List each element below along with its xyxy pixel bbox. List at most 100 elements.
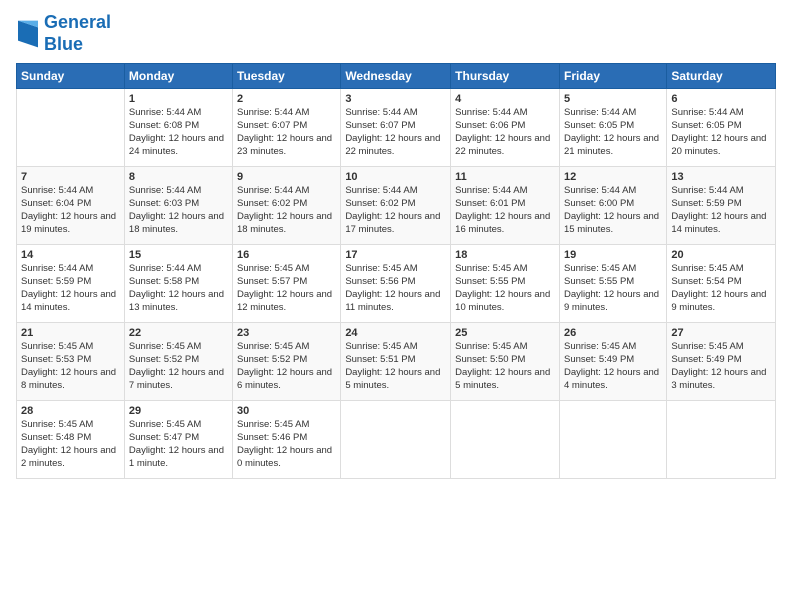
day-number: 24 (345, 327, 446, 339)
day-info: Sunrise: 5:44 AM Sunset: 6:01 PM Dayligh… (455, 185, 555, 236)
day-info: Sunrise: 5:44 AM Sunset: 6:05 PM Dayligh… (671, 107, 771, 158)
day-info: Sunrise: 5:45 AM Sunset: 5:55 PM Dayligh… (564, 263, 662, 314)
day-cell: 28 Sunrise: 5:45 AM Sunset: 5:48 PM Dayli… (17, 401, 125, 479)
day-cell: 21 Sunrise: 5:45 AM Sunset: 5:53 PM Dayli… (17, 323, 125, 401)
day-info: Sunrise: 5:45 AM Sunset: 5:52 PM Dayligh… (237, 341, 336, 392)
day-info: Sunrise: 5:44 AM Sunset: 6:04 PM Dayligh… (21, 185, 120, 236)
day-cell: 7 Sunrise: 5:44 AM Sunset: 6:04 PM Daylig… (17, 167, 125, 245)
logo-text-general: General (44, 12, 111, 34)
day-cell: 23 Sunrise: 5:45 AM Sunset: 5:52 PM Dayli… (233, 323, 341, 401)
day-number: 12 (564, 171, 662, 183)
day-number: 18 (455, 249, 555, 261)
day-cell: 26 Sunrise: 5:45 AM Sunset: 5:49 PM Dayli… (559, 323, 666, 401)
day-info: Sunrise: 5:45 AM Sunset: 5:46 PM Dayligh… (237, 419, 336, 470)
day-info: Sunrise: 5:45 AM Sunset: 5:51 PM Dayligh… (345, 341, 446, 392)
header-friday: Friday (559, 64, 666, 89)
logo-icon (18, 20, 38, 48)
day-cell: 22 Sunrise: 5:45 AM Sunset: 5:52 PM Dayli… (124, 323, 232, 401)
day-number: 10 (345, 171, 446, 183)
day-cell: 14 Sunrise: 5:44 AM Sunset: 5:59 PM Dayli… (17, 245, 125, 323)
header-tuesday: Tuesday (233, 64, 341, 89)
day-number: 5 (564, 93, 662, 105)
day-cell (559, 401, 666, 479)
day-number: 13 (671, 171, 771, 183)
day-info: Sunrise: 5:44 AM Sunset: 6:06 PM Dayligh… (455, 107, 555, 158)
day-cell: 17 Sunrise: 5:45 AM Sunset: 5:56 PM Dayli… (341, 245, 451, 323)
day-number: 7 (21, 171, 120, 183)
day-number: 3 (345, 93, 446, 105)
day-cell (341, 401, 451, 479)
day-cell: 9Sunrise: 5:44 AM Sunset: 6:02 PM Daylig… (233, 167, 341, 245)
day-info: Sunrise: 5:45 AM Sunset: 5:52 PM Dayligh… (129, 341, 228, 392)
day-info: Sunrise: 5:44 AM Sunset: 5:59 PM Dayligh… (21, 263, 120, 314)
day-info: Sunrise: 5:45 AM Sunset: 5:56 PM Dayligh… (345, 263, 446, 314)
header-thursday: Thursday (451, 64, 560, 89)
day-number: 22 (129, 327, 228, 339)
header-saturday: Saturday (667, 64, 776, 89)
logo: General Blue (16, 12, 111, 55)
day-number: 28 (21, 405, 120, 417)
day-cell: 10 Sunrise: 5:44 AM Sunset: 6:02 PM Dayli… (341, 167, 451, 245)
day-cell: 13 Sunrise: 5:44 AM Sunset: 5:59 PM Dayli… (667, 167, 776, 245)
day-number: 4 (455, 93, 555, 105)
day-info: Sunrise: 5:44 AM Sunset: 6:02 PM Dayligh… (345, 185, 446, 236)
day-cell: 18 Sunrise: 5:45 AM Sunset: 5:55 PM Dayli… (451, 245, 560, 323)
week-row-4: 21 Sunrise: 5:45 AM Sunset: 5:53 PM Dayli… (17, 323, 776, 401)
header-sunday: Sunday (17, 64, 125, 89)
day-info: Sunrise: 5:45 AM Sunset: 5:48 PM Dayligh… (21, 419, 120, 470)
day-number: 9 (237, 171, 336, 183)
day-number: 23 (237, 327, 336, 339)
day-cell: 2 Sunrise: 5:44 AM Sunset: 6:07 PM Daylig… (233, 89, 341, 167)
day-cell: 25 Sunrise: 5:45 AM Sunset: 5:50 PM Dayli… (451, 323, 560, 401)
day-info: Sunrise: 5:44 AM Sunset: 6:08 PM Dayligh… (129, 107, 228, 158)
day-number: 2 (237, 93, 336, 105)
day-number: 26 (564, 327, 662, 339)
day-number: 8 (129, 171, 228, 183)
day-number: 19 (564, 249, 662, 261)
day-cell: 6 Sunrise: 5:44 AM Sunset: 6:05 PM Daylig… (667, 89, 776, 167)
day-number: 16 (237, 249, 336, 261)
day-info: Sunrise: 5:45 AM Sunset: 5:53 PM Dayligh… (21, 341, 120, 392)
day-info: Sunrise: 5:44 AM Sunset: 5:59 PM Dayligh… (671, 185, 771, 236)
day-info: Sunrise: 5:44 AM Sunset: 6:05 PM Dayligh… (564, 107, 662, 158)
day-number: 1 (129, 93, 228, 105)
day-info: Sunrise: 5:45 AM Sunset: 5:55 PM Dayligh… (455, 263, 555, 314)
day-cell (451, 401, 560, 479)
day-number: 6 (671, 93, 771, 105)
header-wednesday: Wednesday (341, 64, 451, 89)
day-cell: 15Sunrise: 5:44 AM Sunset: 5:58 PM Dayli… (124, 245, 232, 323)
day-cell: 5 Sunrise: 5:44 AM Sunset: 6:05 PM Daylig… (559, 89, 666, 167)
day-number: 11 (455, 171, 555, 183)
day-info: Sunrise: 5:45 AM Sunset: 5:54 PM Dayligh… (671, 263, 771, 314)
day-info: Sunrise: 5:44 AM Sunset: 6:07 PM Dayligh… (345, 107, 446, 158)
day-cell: 27Sunrise: 5:45 AM Sunset: 5:49 PM Dayli… (667, 323, 776, 401)
day-number: 21 (21, 327, 120, 339)
header-monday: Monday (124, 64, 232, 89)
day-info: Sunrise: 5:44 AM Sunset: 6:07 PM Dayligh… (237, 107, 336, 158)
day-cell: 8Sunrise: 5:44 AM Sunset: 6:03 PM Daylig… (124, 167, 232, 245)
header-row: SundayMondayTuesdayWednesdayThursdayFrid… (17, 64, 776, 89)
week-row-1: 1 Sunrise: 5:44 AM Sunset: 6:08 PM Daylig… (17, 89, 776, 167)
day-cell: 20 Sunrise: 5:45 AM Sunset: 5:54 PM Dayli… (667, 245, 776, 323)
day-cell: 30 Sunrise: 5:45 AM Sunset: 5:46 PM Dayli… (233, 401, 341, 479)
day-cell: 11 Sunrise: 5:44 AM Sunset: 6:01 PM Dayli… (451, 167, 560, 245)
day-info: Sunrise: 5:45 AM Sunset: 5:49 PM Dayligh… (564, 341, 662, 392)
day-cell: 16 Sunrise: 5:45 AM Sunset: 5:57 PM Dayli… (233, 245, 341, 323)
day-info: Sunrise: 5:45 AM Sunset: 5:57 PM Dayligh… (237, 263, 336, 314)
day-number: 14 (21, 249, 120, 261)
page: General Blue SundayMondayTuesdayWednesda… (0, 0, 792, 612)
day-cell: 1 Sunrise: 5:44 AM Sunset: 6:08 PM Daylig… (124, 89, 232, 167)
day-info: Sunrise: 5:45 AM Sunset: 5:49 PM Dayligh… (671, 341, 771, 392)
day-number: 17 (345, 249, 446, 261)
day-number: 30 (237, 405, 336, 417)
day-cell: 12 Sunrise: 5:44 AM Sunset: 6:00 PM Dayli… (559, 167, 666, 245)
day-number: 20 (671, 249, 771, 261)
day-cell: 24 Sunrise: 5:45 AM Sunset: 5:51 PM Dayli… (341, 323, 451, 401)
day-cell: 19 Sunrise: 5:45 AM Sunset: 5:55 PM Dayli… (559, 245, 666, 323)
day-info: Sunrise: 5:45 AM Sunset: 5:50 PM Dayligh… (455, 341, 555, 392)
day-number: 29 (129, 405, 228, 417)
day-info: Sunrise: 5:44 AM Sunset: 6:00 PM Dayligh… (564, 185, 662, 236)
day-cell (17, 89, 125, 167)
day-cell: 29Sunrise: 5:45 AM Sunset: 5:47 PM Dayli… (124, 401, 232, 479)
day-number: 25 (455, 327, 555, 339)
